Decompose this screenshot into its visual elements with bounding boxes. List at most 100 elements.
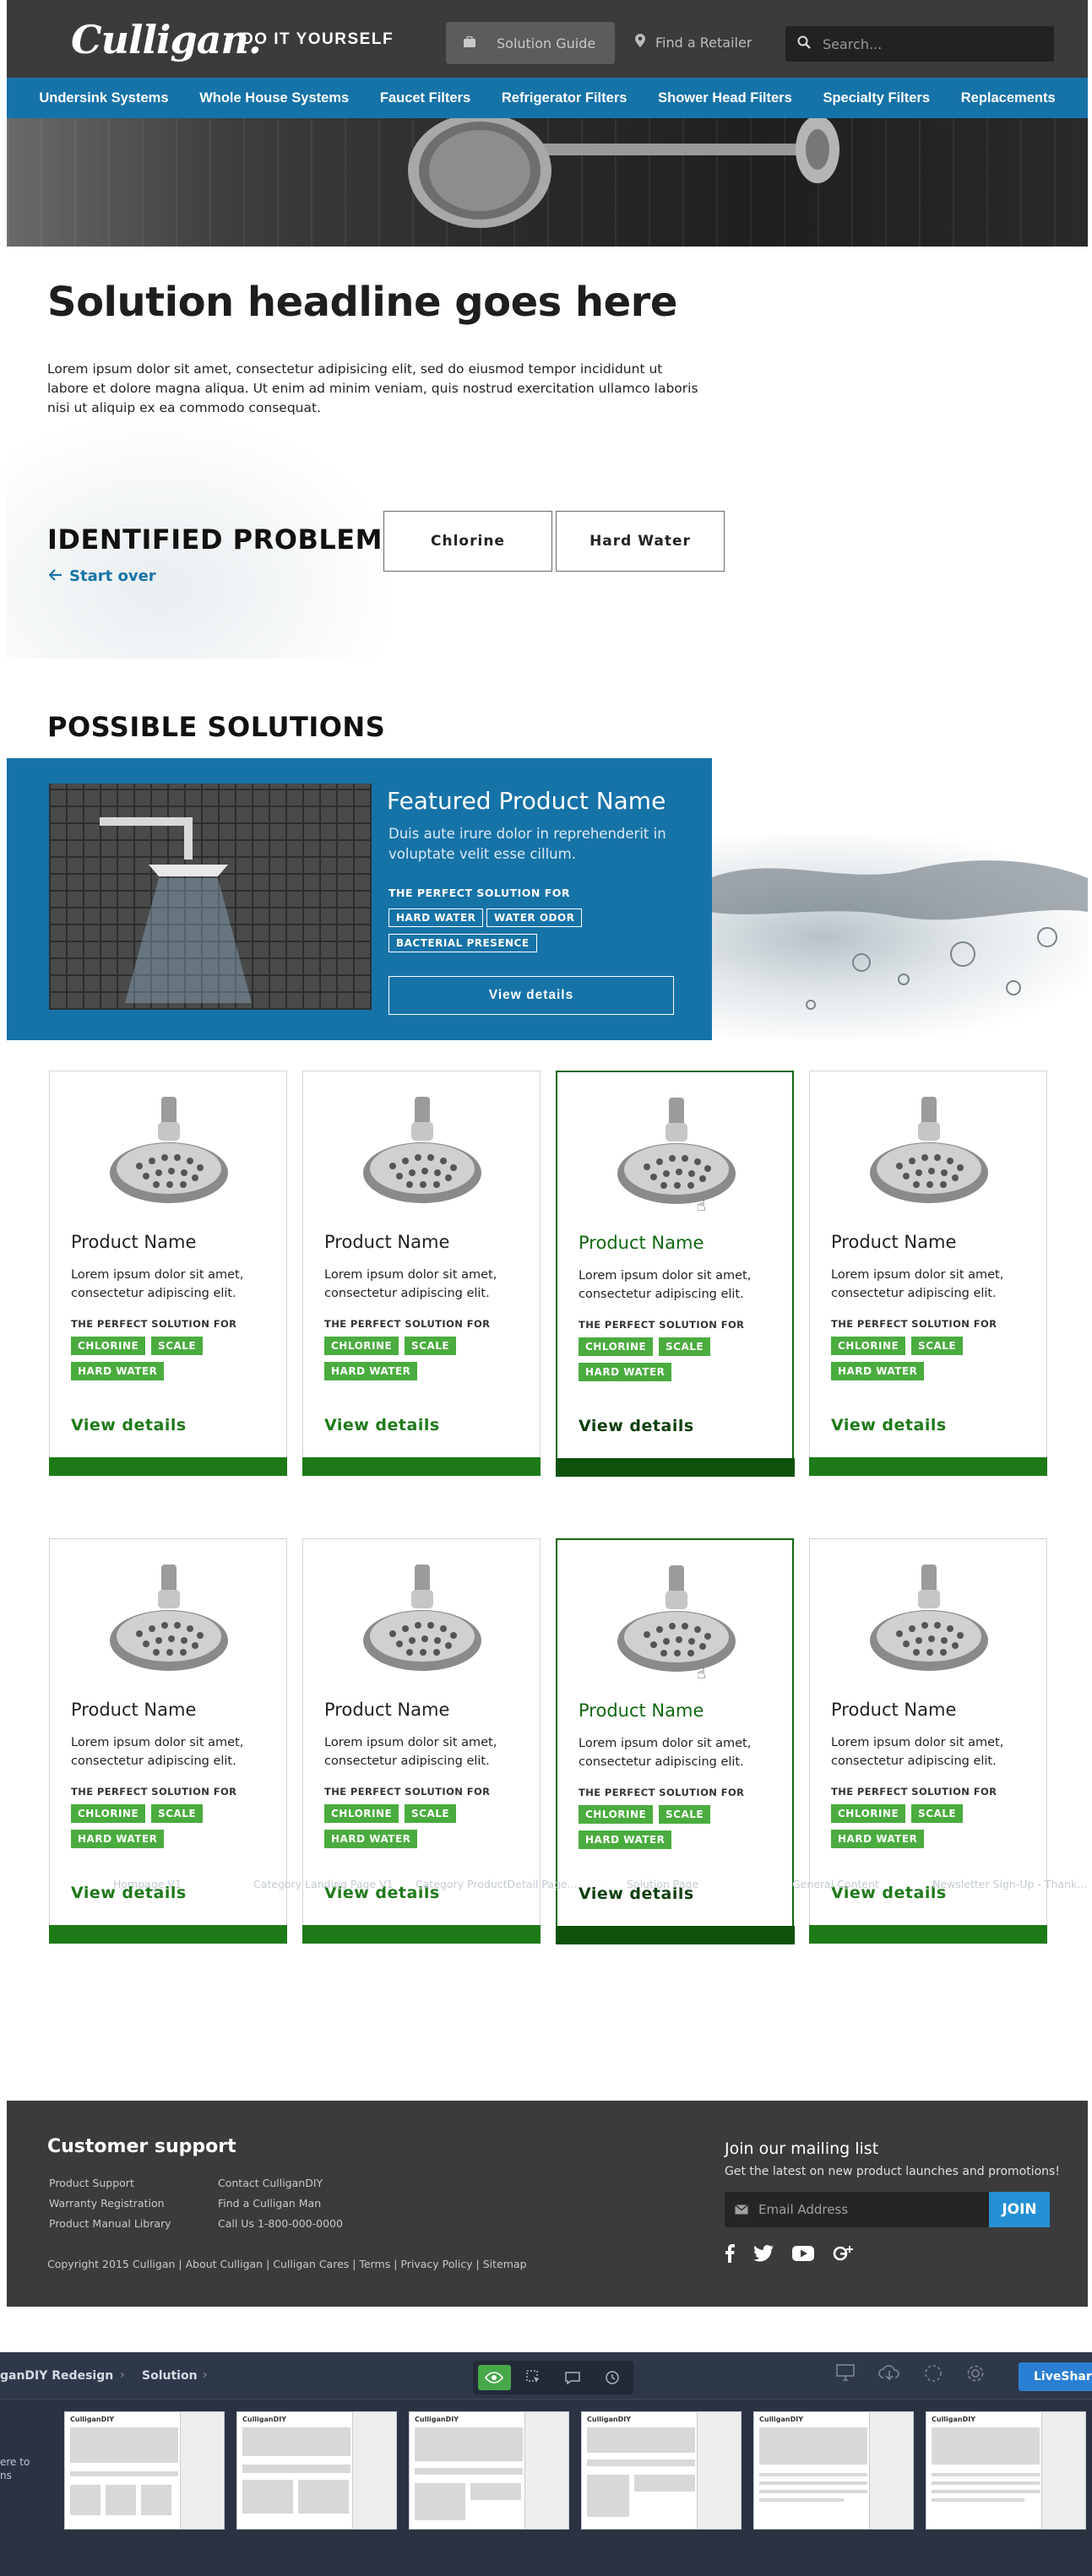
copyright-links[interactable]: Copyright 2015 Culligan | About Culligan… (47, 2258, 527, 2270)
nav-item-refrigerator-filters[interactable]: Refrigerator Filters (502, 90, 627, 106)
search-icon (797, 35, 811, 52)
thumbnail-label: General Content (792, 1878, 879, 1890)
thumbnail-label: Hompage V1 (113, 1878, 182, 1890)
nav-item-replacements[interactable]: Replacements (961, 90, 1056, 106)
google-plus-icon[interactable] (833, 2244, 855, 2266)
featured-product-image (49, 784, 372, 1010)
view-details-link[interactable]: View details (71, 1416, 187, 1434)
preview-eye-icon[interactable] (478, 2365, 511, 2390)
problem-chip-chlorine[interactable]: Chlorine (383, 511, 552, 572)
thumbnail-label: Solution Page (627, 1878, 699, 1890)
footer-link-product-support[interactable]: Product Support (49, 2177, 134, 2189)
showerhead-product-image (866, 1097, 992, 1207)
tag-scale: SCALE (151, 1337, 204, 1355)
showerhead-product-image (106, 1565, 232, 1674)
tag-scale: SCALE (405, 1337, 457, 1355)
map-pin-icon (635, 34, 645, 51)
culligan-logo[interactable]: Culligan. (71, 17, 262, 62)
product-name[interactable]: Product Name (831, 1232, 956, 1252)
featured-product-card: Featured Product Name Duis aute irure do… (7, 758, 712, 1040)
join-button[interactable]: JOIN (989, 2192, 1050, 2227)
page-thumbnail[interactable]: CulliganDIY (236, 2411, 397, 2530)
page-thumbnail[interactable]: CulliganDIY (926, 2411, 1086, 2530)
footer-link-culligan-man[interactable]: Find a Culligan Man (218, 2197, 321, 2210)
gear-icon[interactable] (966, 2364, 985, 2386)
tag-hard-water: HARD WATER (324, 1830, 418, 1848)
showerhead-product-image (613, 1098, 740, 1207)
page-thumbnail[interactable]: CulliganDIY (753, 2411, 914, 2530)
product-name[interactable]: Product Name (831, 1700, 956, 1720)
featured-view-details-button[interactable]: View details (388, 976, 674, 1015)
page-thumbnail[interactable]: CulliganDIY (64, 2411, 225, 2530)
perfect-for-label: THE PERFECT SOLUTION FOR (579, 1319, 745, 1331)
footer-phone[interactable]: Call Us 1-800-000-0000 (218, 2217, 343, 2230)
header-tagline: DO IT YOURSELF (242, 30, 394, 48)
perfect-for-label: THE PERFECT SOLUTION FOR (831, 1318, 997, 1330)
tag-scale: SCALE (659, 1805, 711, 1824)
facebook-icon[interactable] (725, 2244, 735, 2266)
history-icon[interactable] (596, 2365, 629, 2390)
card-bottom-bar (809, 1925, 1047, 1944)
nav-item-specialty-filters[interactable]: Specialty Filters (823, 90, 930, 106)
hand-cursor-icon: ☝ (697, 1665, 706, 1683)
perfect-for-label: THE PERFECT SOLUTION FOR (71, 1318, 237, 1330)
tag-chlorine: CHLORINE (324, 1804, 399, 1823)
customer-support-heading: Customer support (47, 2136, 236, 2157)
featured-product-name[interactable]: Featured Product Name (387, 787, 666, 815)
page-thumbnail-current[interactable]: CulliganDIY (581, 2411, 742, 2530)
email-input[interactable] (758, 2202, 970, 2217)
footer-link-contact[interactable]: Contact CulliganDIY (218, 2177, 323, 2189)
youtube-icon[interactable] (792, 2246, 814, 2264)
find-retailer-link[interactable]: Find a Retailer (635, 34, 752, 51)
twitter-icon[interactable] (753, 2244, 774, 2265)
start-over-link[interactable]: Start over (48, 567, 156, 585)
view-details-link[interactable]: View details (831, 1416, 947, 1434)
cloud-download-icon[interactable] (878, 2364, 900, 2386)
monitor-icon[interactable] (836, 2364, 855, 2386)
nav-item-faucet-filters[interactable]: Faucet Filters (380, 90, 470, 106)
liveshare-button[interactable]: LiveShare (1019, 2362, 1092, 2391)
product-card[interactable]: Product Name Lorem ipsum dolor sit amet,… (302, 1071, 541, 1476)
email-field-wrapper (725, 2192, 989, 2227)
briefcase-icon (463, 35, 476, 52)
identified-problems-heading: IDENTIFIED PROBLEMS (47, 523, 403, 556)
product-name[interactable]: Product Name (579, 1700, 704, 1721)
tag-hard-water: HARD WATER (324, 1362, 418, 1380)
nav-item-shower-head-filters[interactable]: Shower Head Filters (658, 90, 792, 106)
solution-guide-button[interactable]: Solution Guide (446, 22, 615, 64)
select-icon[interactable] (518, 2365, 551, 2390)
tag-chlorine: CHLORINE (579, 1337, 654, 1356)
page-thumbnail[interactable]: CulliganDIY (409, 2411, 569, 2530)
product-card[interactable]: Product Name Lorem ipsum dolor sit amet,… (809, 1071, 1047, 1476)
product-card[interactable]: Product Name Lorem ipsum dolor sit amet,… (49, 1071, 287, 1476)
nav-item-undersink[interactable]: Undersink Systems (39, 90, 168, 106)
product-name[interactable]: Product Name (579, 1233, 704, 1253)
mailing-list-heading: Join our mailing list (725, 2139, 879, 2158)
tag-scale: SCALE (405, 1804, 457, 1823)
search-box (785, 26, 1054, 62)
breadcrumb-project[interactable]: ganDIY Redesign (0, 2369, 113, 2383)
social-links (725, 2244, 855, 2266)
nav-item-whole-house[interactable]: Whole House Systems (199, 90, 349, 106)
search-input[interactable] (823, 35, 1025, 52)
mailing-list-subtext: Get the latest on new product launches a… (725, 2165, 1060, 2178)
product-name[interactable]: Product Name (71, 1700, 196, 1720)
view-details-link[interactable]: View details (579, 1417, 694, 1435)
product-card-hovered[interactable]: ☝ Product Name Lorem ipsum dolor sit ame… (555, 1071, 795, 1477)
breadcrumb-page[interactable]: Solution (142, 2369, 198, 2383)
problem-chip-hard-water[interactable]: Hard Water (556, 511, 725, 572)
showerhead-product-image (866, 1565, 992, 1674)
prototype-tool-panel: ganDIY Redesign › Solution › LiveShare e… (0, 2352, 1092, 2576)
tag-scale: SCALE (911, 1804, 964, 1823)
footer-link-warranty[interactable]: Warranty Registration (49, 2197, 165, 2210)
tag-chlorine: CHLORINE (831, 1804, 906, 1823)
view-details-link[interactable]: View details (324, 1416, 440, 1434)
product-name[interactable]: Product Name (324, 1700, 449, 1720)
tool-right-icons (836, 2364, 985, 2386)
hint-line-2: ns (0, 2470, 12, 2481)
product-name[interactable]: Product Name (324, 1232, 449, 1252)
comment-icon[interactable] (557, 2365, 589, 2390)
tag-scale: SCALE (911, 1337, 964, 1355)
footer-link-manual-library[interactable]: Product Manual Library (49, 2217, 171, 2230)
product-name[interactable]: Product Name (71, 1232, 196, 1252)
